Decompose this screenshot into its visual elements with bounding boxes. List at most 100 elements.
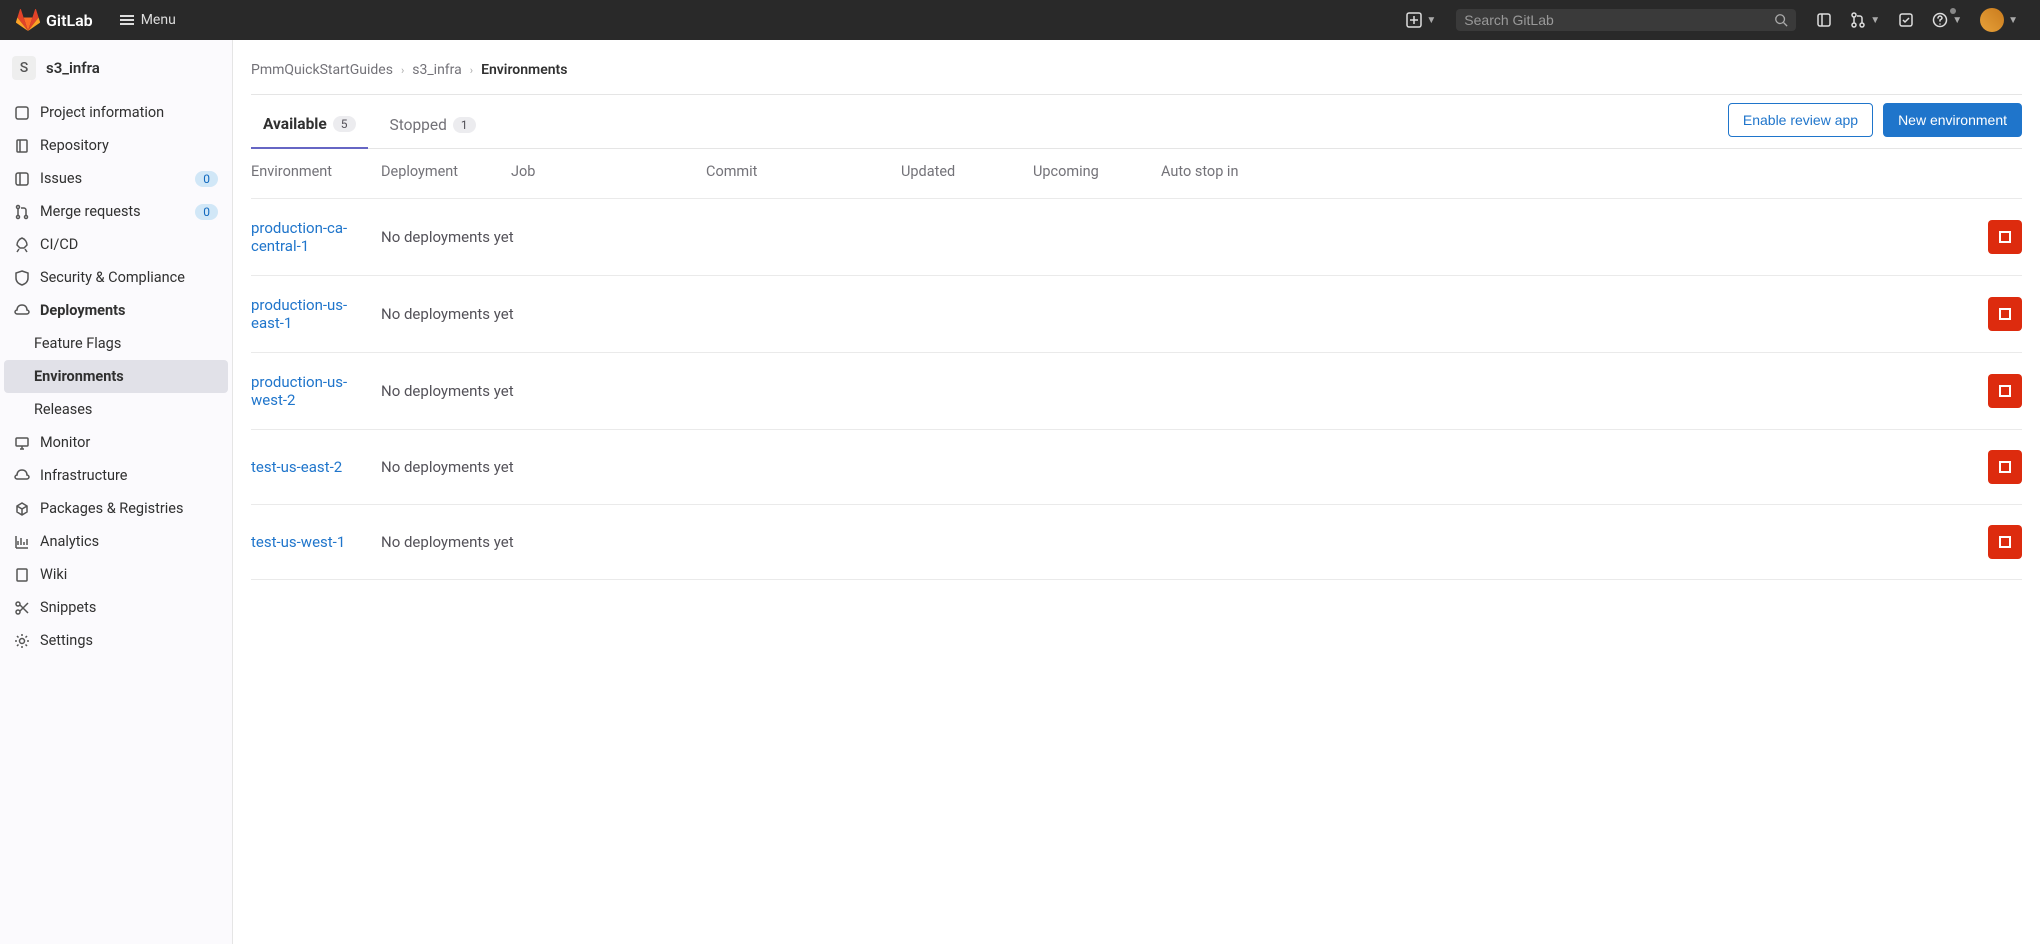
sidebar-item-merge-requests[interactable]: Merge requests 0 xyxy=(0,195,232,228)
cloud-gear-icon xyxy=(14,468,30,484)
merge-icon xyxy=(1850,12,1866,28)
environment-row: production-us-east-1 No deployments yet xyxy=(251,276,2022,353)
sidebar-subitem-environments[interactable]: Environments xyxy=(4,360,228,393)
sidebar-item-deployments[interactable]: Deployments xyxy=(0,294,232,327)
environment-row: production-us-west-2 No deployments yet xyxy=(251,353,2022,430)
sidebar-item-monitor[interactable]: Monitor xyxy=(0,426,232,459)
deployment-status: No deployments yet xyxy=(381,533,1988,551)
breadcrumb: PmmQuickStartGuides › s3_infra › Environ… xyxy=(251,52,2022,94)
issues-link[interactable] xyxy=(1810,6,1838,34)
breadcrumb-project[interactable]: s3_infra xyxy=(412,62,462,78)
sidebar-item-settings[interactable]: Settings xyxy=(0,624,232,657)
environment-name-link[interactable]: production-ca-central-1 xyxy=(251,219,347,255)
header-upcoming: Upcoming xyxy=(1033,163,1161,180)
brand-text: GitLab xyxy=(46,11,93,30)
package-icon xyxy=(14,501,30,517)
top-navbar: GitLab Menu ▼ ▼ ▼ xyxy=(0,0,2040,40)
deployments-icon xyxy=(14,303,30,319)
stop-environment-button[interactable] xyxy=(1988,374,2022,408)
tab-label: Stopped xyxy=(390,116,447,134)
help-dropdown[interactable]: ▼ xyxy=(1926,6,1968,34)
tab-stopped[interactable]: Stopped 1 xyxy=(378,106,488,148)
sidebar-item-analytics[interactable]: Analytics xyxy=(0,525,232,558)
project-icon xyxy=(14,105,30,121)
notification-dot xyxy=(1950,8,1956,14)
repository-icon xyxy=(14,138,30,154)
header-autostop: Auto stop in xyxy=(1161,163,2022,180)
environment-row: production-ca-central-1 No deployments y… xyxy=(251,199,2022,276)
gitlab-logo[interactable]: GitLab xyxy=(8,2,101,38)
chevron-down-icon: ▼ xyxy=(2008,15,2018,26)
environment-name-link[interactable]: production-us-east-1 xyxy=(251,296,347,332)
new-dropdown[interactable]: ▼ xyxy=(1400,6,1442,34)
available-count-badge: 5 xyxy=(333,116,356,132)
sidebar-subitem-releases[interactable]: Releases xyxy=(0,393,232,426)
sidebar-item-snippets[interactable]: Snippets xyxy=(0,591,232,624)
sidebar-item-label: Analytics xyxy=(40,533,218,550)
sidebar-item-label: Infrastructure xyxy=(40,467,218,484)
mr-count-badge: 0 xyxy=(195,204,218,220)
sidebar-item-issues[interactable]: Issues 0 xyxy=(0,162,232,195)
sidebar-item-label: Deployments xyxy=(40,302,218,319)
sidebar-item-packages[interactable]: Packages & Registries xyxy=(0,492,232,525)
sidebar-item-label: Settings xyxy=(40,632,218,649)
header-environment: Environment xyxy=(251,163,381,180)
environment-row: test-us-west-1 No deployments yet xyxy=(251,505,2022,580)
environment-name-link[interactable]: test-us-east-2 xyxy=(251,458,342,476)
header-updated: Updated xyxy=(901,163,1033,180)
user-menu[interactable]: ▼ xyxy=(1974,2,2024,38)
search-bar[interactable] xyxy=(1456,9,1796,31)
stop-icon xyxy=(1999,385,2011,397)
header-job: Job xyxy=(511,163,706,180)
stopped-count-badge: 1 xyxy=(453,117,476,133)
sidebar-item-infrastructure[interactable]: Infrastructure xyxy=(0,459,232,492)
sidebar-item-label: Security & Compliance xyxy=(40,269,218,286)
stop-icon xyxy=(1999,231,2011,243)
todo-icon xyxy=(1898,12,1914,28)
sidebar-item-label: Monitor xyxy=(40,434,218,451)
sidebar-item-security[interactable]: Security & Compliance xyxy=(0,261,232,294)
new-environment-button[interactable]: New environment xyxy=(1883,103,2022,137)
stop-icon xyxy=(1999,536,2011,548)
merge-requests-link[interactable]: ▼ xyxy=(1844,6,1886,34)
chevron-down-icon: ▼ xyxy=(1870,15,1880,26)
breadcrumb-current: Environments xyxy=(481,62,567,78)
sidebar-item-label: Merge requests xyxy=(40,203,185,220)
main-content: PmmQuickStartGuides › s3_infra › Environ… xyxy=(233,40,2040,944)
sidebar-subitem-feature-flags[interactable]: Feature Flags xyxy=(0,327,232,360)
shield-icon xyxy=(14,270,30,286)
environment-name-link[interactable]: production-us-west-2 xyxy=(251,373,347,409)
project-header[interactable]: S s3_infra xyxy=(0,48,232,88)
todos-link[interactable] xyxy=(1892,6,1920,34)
enable-review-app-button[interactable]: Enable review app xyxy=(1728,103,1873,137)
issue-icon xyxy=(1816,12,1832,28)
environment-row: test-us-east-2 No deployments yet xyxy=(251,430,2022,505)
stop-icon xyxy=(1999,461,2011,473)
environments-table-header: Environment Deployment Job Commit Update… xyxy=(251,149,2022,199)
deployment-status: No deployments yet xyxy=(381,228,1988,246)
stop-environment-button[interactable] xyxy=(1988,297,2022,331)
menu-button[interactable]: Menu xyxy=(109,6,186,34)
issues-icon xyxy=(14,171,30,187)
sidebar-item-repository[interactable]: Repository xyxy=(0,129,232,162)
stop-environment-button[interactable] xyxy=(1988,450,2022,484)
sidebar-item-wiki[interactable]: Wiki xyxy=(0,558,232,591)
sidebar-item-label: Wiki xyxy=(40,566,218,583)
tab-label: Available xyxy=(263,115,327,133)
scissors-icon xyxy=(14,600,30,616)
chevron-down-icon: ▼ xyxy=(1952,15,1962,26)
header-commit: Commit xyxy=(706,163,901,180)
environment-name-link[interactable]: test-us-west-1 xyxy=(251,533,345,551)
stop-environment-button[interactable] xyxy=(1988,220,2022,254)
sidebar-item-project-info[interactable]: Project information xyxy=(0,96,232,129)
sidebar-item-label: Snippets xyxy=(40,599,218,616)
search-input[interactable] xyxy=(1464,12,1774,28)
stop-environment-button[interactable] xyxy=(1988,525,2022,559)
sidebar-item-cicd[interactable]: CI/CD xyxy=(0,228,232,261)
breadcrumb-group[interactable]: PmmQuickStartGuides xyxy=(251,62,393,78)
tab-available[interactable]: Available 5 xyxy=(251,105,368,149)
question-icon xyxy=(1932,12,1948,28)
stop-icon xyxy=(1999,308,2011,320)
deployment-status: No deployments yet xyxy=(381,305,1988,323)
deployment-status: No deployments yet xyxy=(381,458,1988,476)
